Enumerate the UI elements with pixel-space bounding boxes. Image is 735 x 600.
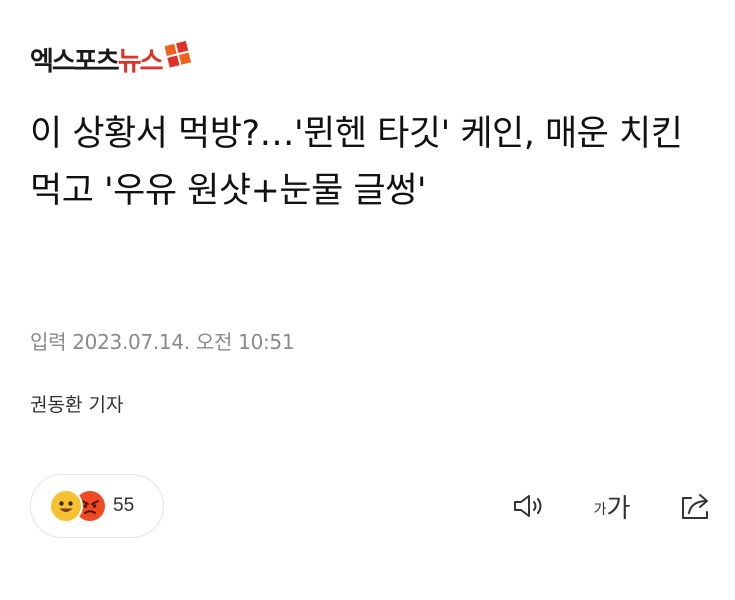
logo-mark-icon <box>164 40 191 68</box>
font-size-small-label: 가 <box>593 502 607 518</box>
reaction-count: 55 <box>113 495 135 516</box>
publish-date: 입력 2023.07.14. 오전 10:51 <box>30 330 295 354</box>
font-size-large-label: 가 <box>606 493 631 524</box>
reporter-name[interactable]: 권동환 기자 <box>30 390 123 417</box>
reaction-button[interactable]: 55 <box>30 474 164 538</box>
article-headline: 이 상황서 먹방?…'뮌헨 타깃' 케인, 매운 치킨 먹고 '우유 원샷+눈물… <box>30 114 683 211</box>
speaker-icon <box>514 495 542 517</box>
share-button[interactable] <box>674 486 718 526</box>
font-size-button[interactable]: 가가 <box>586 486 638 526</box>
news-logo[interactable]: 엑스포츠 뉴스 <box>30 40 193 84</box>
share-icon <box>682 494 708 519</box>
logo-text-news: 뉴스 <box>117 47 164 77</box>
text-to-speech-button[interactable] <box>508 486 552 526</box>
smile-emoji-icon <box>51 491 81 521</box>
logo-text-xports: 엑스포츠 <box>30 47 120 77</box>
